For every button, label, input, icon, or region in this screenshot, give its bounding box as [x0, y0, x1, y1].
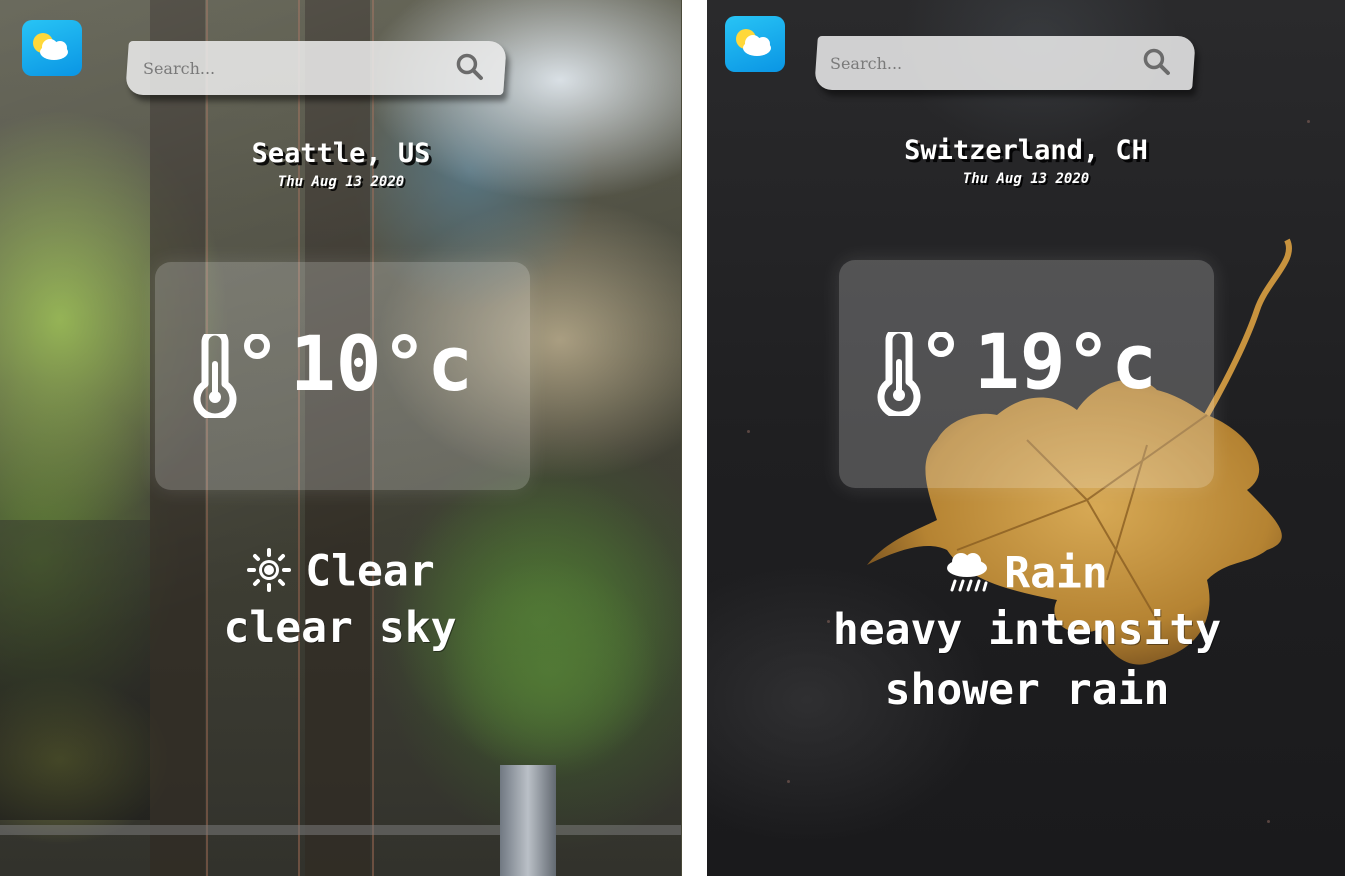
temperature-card: 10°c [155, 262, 530, 490]
weather-logo-icon [33, 33, 68, 60]
thermometer-icon [877, 332, 954, 416]
condition-label: Rain [1004, 548, 1108, 599]
app-logo[interactable] [725, 16, 785, 72]
current-date: Thu Aug 13 2020 [277, 174, 405, 190]
search-icon[interactable] [455, 52, 485, 86]
thermometer-icon [193, 334, 270, 418]
search-bar [125, 41, 507, 95]
condition-description: clear sky [223, 603, 457, 653]
condition-label: Clear [305, 546, 435, 597]
app-logo[interactable] [22, 20, 82, 76]
current-date: Thu Aug 13 2020 [962, 171, 1090, 187]
temperature-card: 19°c [839, 260, 1214, 488]
rain-cloud-icon [944, 550, 990, 602]
temperature-value: 10°c [290, 319, 474, 408]
search-input[interactable] [830, 50, 1100, 76]
weather-panel-seattle: Seattle, US Thu Aug 13 2020 10°c [0, 0, 682, 876]
temperature-value: 19°c [974, 317, 1158, 406]
condition-main: Rain [707, 550, 1345, 602]
weather-panel-switzerland: Switzerland, CH Thu Aug 13 2020 19°c [707, 0, 1345, 876]
location-name: Switzerland, CH [904, 135, 1148, 166]
location-name: Seattle, US [251, 138, 431, 169]
condition-description: heavy intensity shower rain [832, 605, 1222, 715]
search-bar [814, 36, 1196, 90]
weather-logo-icon [736, 29, 771, 56]
condition-main: Clear [0, 546, 681, 600]
search-icon[interactable] [1142, 47, 1172, 81]
search-input[interactable] [143, 55, 413, 81]
sun-icon [247, 548, 292, 600]
